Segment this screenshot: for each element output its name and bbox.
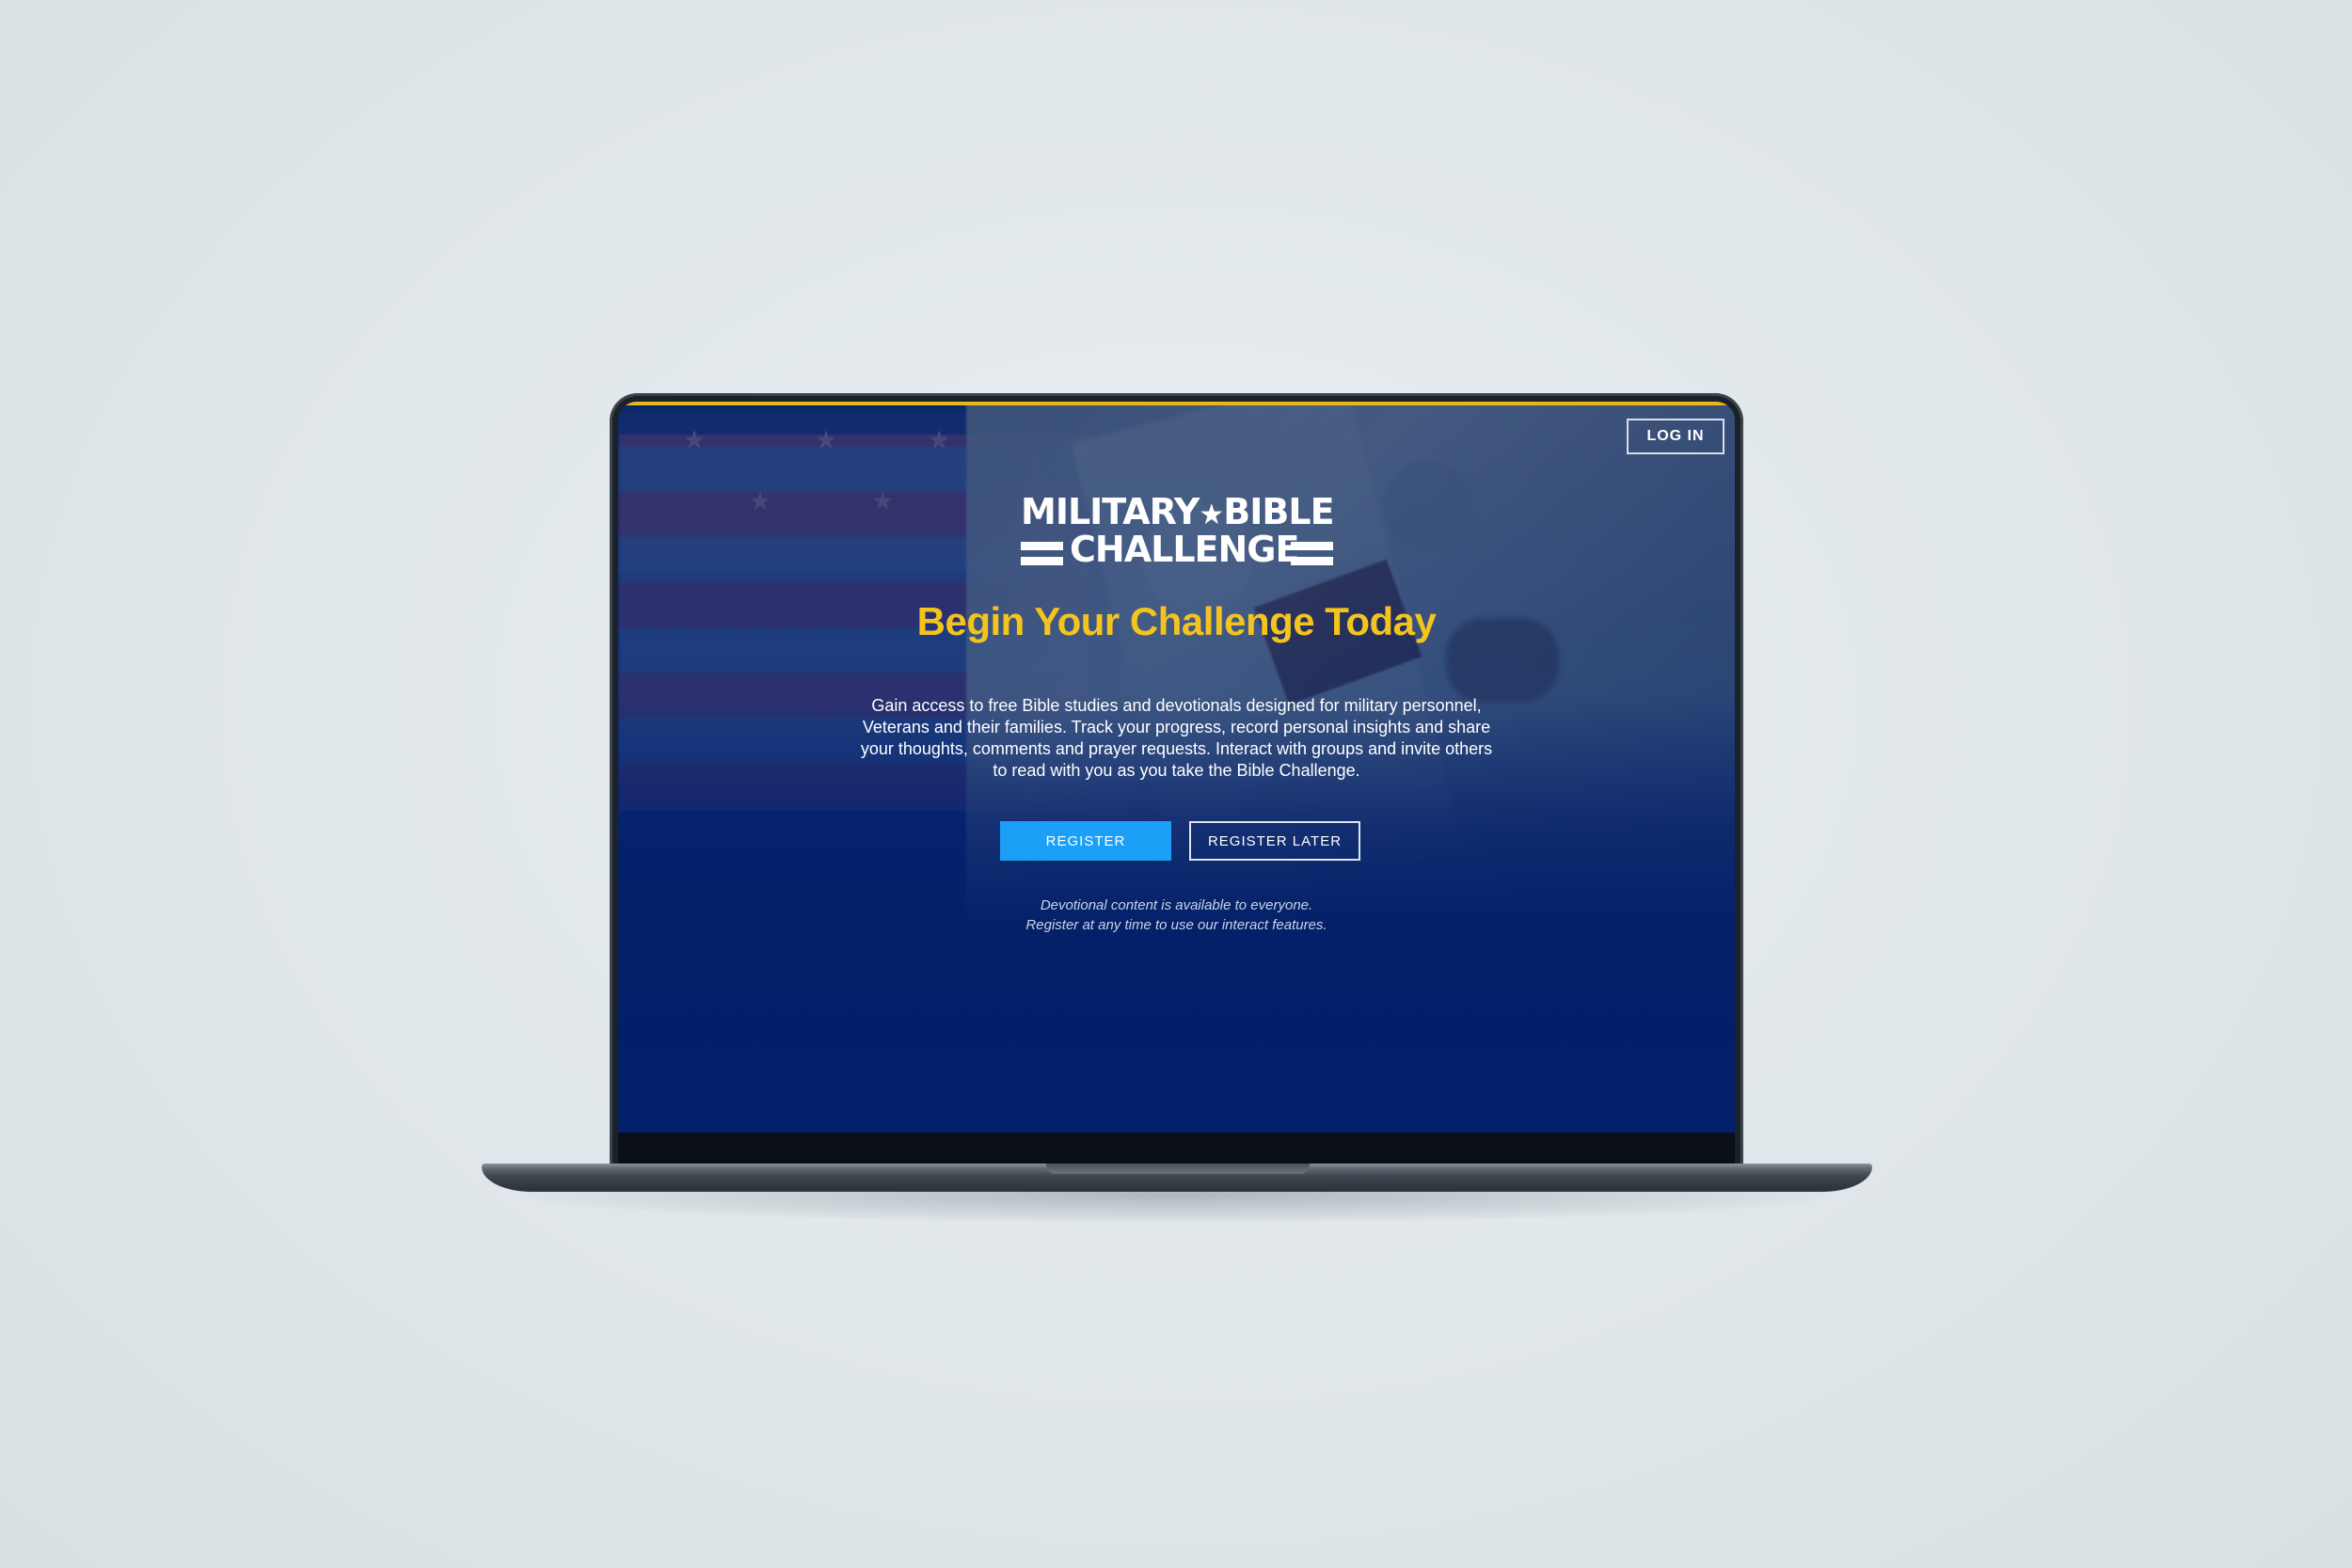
- logo-bar-left: [1021, 542, 1063, 550]
- laptop-notch: [1046, 1164, 1310, 1174]
- note-line-1: Devotional content is available to every…: [1040, 897, 1313, 913]
- register-button[interactable]: REGISTER: [1000, 821, 1171, 861]
- laptop-chin: [618, 1132, 1735, 1166]
- logo-line1: MILITARY★BIBLE: [1021, 491, 1335, 532]
- logo-bar-right: [1291, 542, 1333, 550]
- accent-bar: [618, 402, 1735, 405]
- info-note: Devotional content is available to every…: [618, 895, 1735, 935]
- logo-bar-right: [1291, 557, 1333, 565]
- register-later-button[interactable]: REGISTER LATER: [1189, 821, 1360, 861]
- brand-logo[interactable]: MILITARY★BIBLE CHALLENGE: [1021, 491, 1335, 576]
- laptop-screen: LOG IN MILITARY★BIBLE CHALLENGE Begin Yo…: [618, 402, 1735, 1132]
- logo-word-bible: BIBLE: [1223, 491, 1334, 532]
- logo-bar-left: [1021, 557, 1063, 565]
- note-line-2: Register at any time to use our interact…: [1025, 917, 1327, 933]
- hero-description: Gain access to free Bible studies and de…: [860, 696, 1493, 780]
- logo-word-challenge: CHALLENGE: [1070, 529, 1299, 570]
- page-title: Begin Your Challenge Today: [916, 599, 1437, 643]
- login-button[interactable]: LOG IN: [1627, 419, 1724, 454]
- logo-star-icon: ★: [1199, 499, 1224, 531]
- logo-word-military: MILITARY: [1021, 491, 1200, 532]
